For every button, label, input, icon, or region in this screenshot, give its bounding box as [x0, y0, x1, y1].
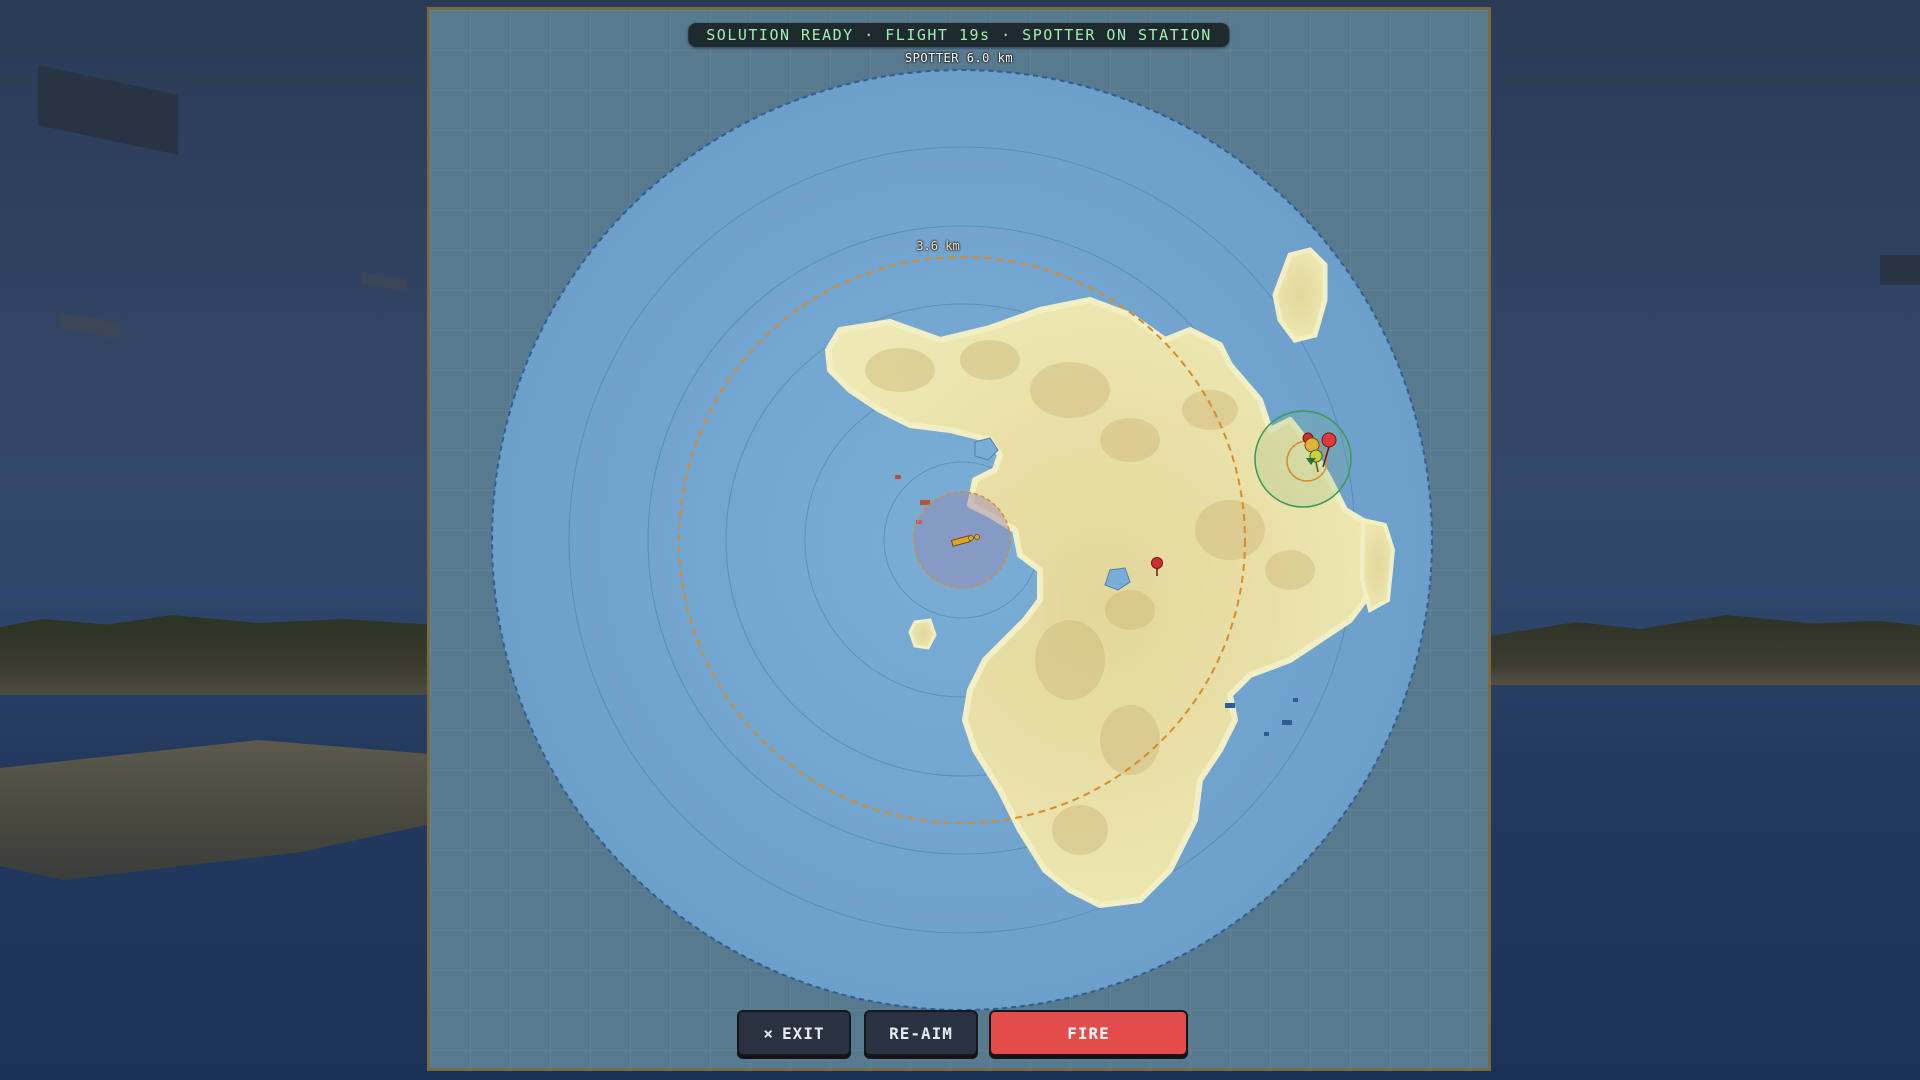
shoreline-trees-left: [0, 615, 430, 695]
background-cloud: [38, 65, 178, 155]
close-icon: ×: [763, 1023, 775, 1043]
re-aim-button[interactable]: RE-AIM: [864, 1010, 978, 1056]
background-cloud: [362, 272, 407, 292]
exit-button[interactable]: × EXIT: [737, 1010, 851, 1056]
shoreline-trees-right: [1490, 615, 1920, 685]
fire-button[interactable]: FIRE: [989, 1010, 1188, 1056]
background-cloud: [1880, 255, 1920, 285]
spotter-range-label: SPOTTER 6.0 km: [904, 51, 1014, 65]
artillery-map-panel[interactable]: SOLUTION READY · FLIGHT 19s · SPOTTER ON…: [427, 7, 1491, 1071]
east-islet: [1359, 517, 1396, 613]
firing-solution-status: SOLUTION READY · FLIGHT 19s · SPOTTER ON…: [688, 23, 1230, 47]
background-cloud: [60, 312, 120, 340]
target-area-ring[interactable]: [1254, 410, 1352, 508]
fire-button-label: FIRE: [1067, 1023, 1110, 1043]
west-islet: [908, 618, 937, 650]
firing-range-label: 3.6 km: [916, 239, 960, 253]
re-aim-button-label: RE-AIM: [889, 1023, 953, 1043]
tactical-map[interactable]: [430, 10, 1488, 1068]
beach-left: [0, 740, 430, 880]
exit-button-label: EXIT: [782, 1023, 825, 1043]
